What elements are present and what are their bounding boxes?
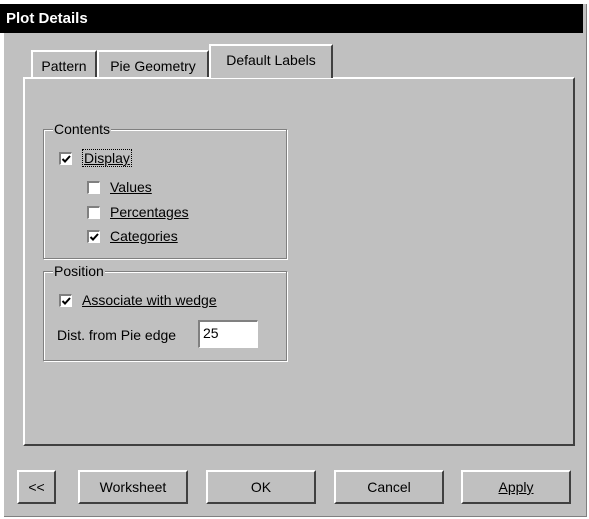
associate-wedge-label: Associate with wedge bbox=[82, 292, 217, 308]
checkmark-icon bbox=[61, 296, 71, 305]
percentages-label: Percentages bbox=[110, 204, 189, 220]
ok-button-label: OK bbox=[250, 479, 272, 495]
dist-from-pie-edge-value: 25 bbox=[203, 325, 219, 341]
tab-panel: Contents Display Values Percentages Cate… bbox=[23, 77, 575, 446]
tab-default-labels[interactable]: Default Labels bbox=[209, 44, 333, 78]
position-legend: Position bbox=[53, 263, 105, 279]
tab-default-labels-label: Default Labels bbox=[226, 52, 316, 68]
values-label: Values bbox=[110, 179, 152, 195]
apply-button[interactable]: Apply bbox=[461, 470, 571, 504]
dist-from-pie-edge-label: Dist. from Pie edge bbox=[57, 327, 177, 343]
checkbox-box bbox=[59, 293, 72, 307]
display-checkbox[interactable]: Display bbox=[59, 149, 132, 167]
tab-pie-geometry-label: Pie Geometry bbox=[110, 58, 196, 74]
display-label: Display bbox=[82, 149, 132, 167]
worksheet-button[interactable]: Worksheet bbox=[78, 470, 188, 504]
values-checkbox[interactable]: Values bbox=[87, 179, 152, 195]
categories-checkbox[interactable]: Categories bbox=[87, 228, 178, 244]
checkbox-box bbox=[87, 180, 100, 194]
title-bar: Plot Details bbox=[0, 4, 583, 33]
dialog-title: Plot Details bbox=[6, 10, 88, 27]
tab-pattern[interactable]: Pattern bbox=[31, 50, 97, 78]
ok-button[interactable]: OK bbox=[206, 470, 316, 504]
checkbox-box bbox=[87, 205, 100, 219]
dist-from-pie-edge-input[interactable]: 25 bbox=[198, 320, 258, 348]
back-button[interactable]: << bbox=[17, 470, 56, 504]
tab-pie-geometry[interactable]: Pie Geometry bbox=[97, 50, 209, 78]
contents-legend: Contents bbox=[53, 121, 112, 137]
associate-wedge-checkbox[interactable]: Associate with wedge bbox=[59, 292, 217, 308]
worksheet-button-label: Worksheet bbox=[99, 479, 167, 495]
cancel-button[interactable]: Cancel bbox=[334, 470, 444, 504]
cancel-button-label: Cancel bbox=[367, 479, 411, 495]
tab-pattern-label: Pattern bbox=[41, 58, 87, 74]
categories-label: Categories bbox=[110, 228, 178, 244]
checkmark-icon bbox=[61, 154, 71, 163]
back-button-label: << bbox=[28, 479, 45, 495]
percentages-checkbox[interactable]: Percentages bbox=[87, 204, 189, 220]
apply-button-label: Apply bbox=[498, 479, 534, 495]
checkbox-box bbox=[59, 151, 72, 165]
checkmark-icon bbox=[89, 232, 99, 241]
checkbox-box bbox=[87, 229, 100, 243]
